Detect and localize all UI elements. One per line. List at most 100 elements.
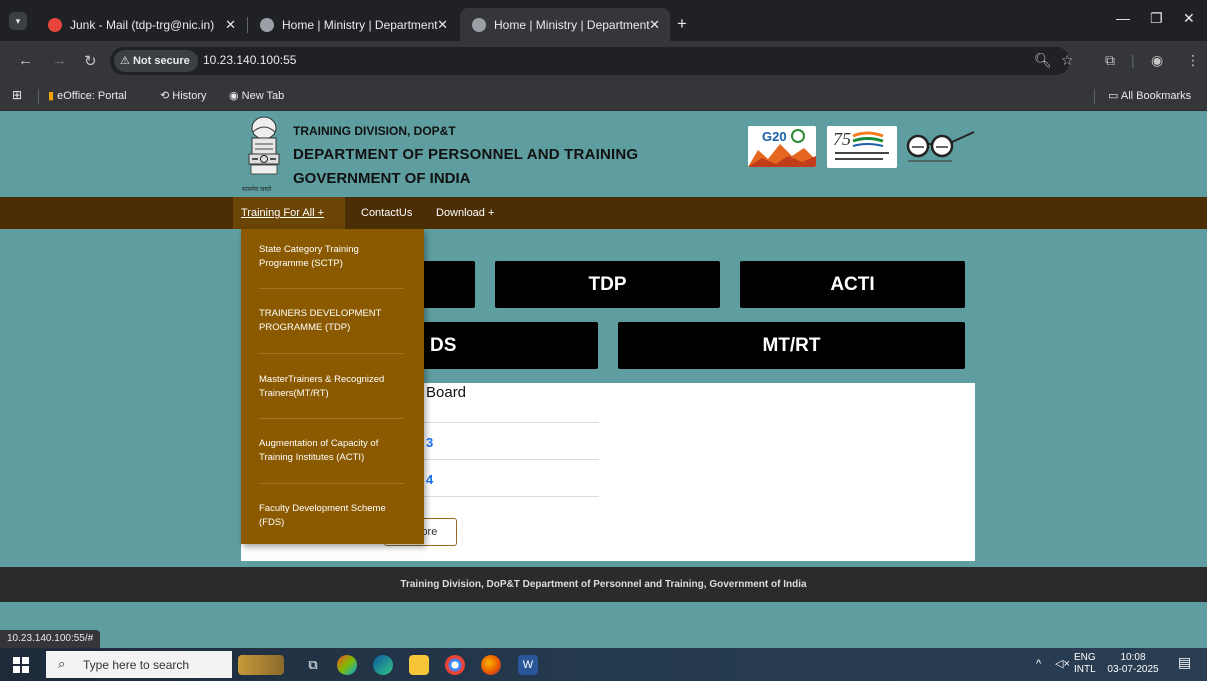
- header-department: DEPARTMENT OF PERSONNEL AND TRAINING: [293, 146, 639, 163]
- dropdown-divider: [259, 353, 404, 354]
- board-divider: [424, 459, 599, 460]
- clock-date: 03-07-2025: [1107, 664, 1159, 675]
- forward-arrow-icon[interactable]: →: [52, 52, 67, 69]
- bookmark-separator: [1094, 89, 1095, 104]
- bookmark-label: New Tab: [241, 90, 285, 102]
- tab-junk-mail[interactable]: Junk - Mail (tdp-trg@nic.in) ✕: [36, 8, 246, 41]
- site-footer: Training Division, DoP&T Department of P…: [0, 567, 1207, 602]
- bookmark-history[interactable]: ⟲ History: [160, 89, 207, 102]
- tab-home-ministry[interactable]: Home | Ministry | Department | ✕: [248, 8, 458, 41]
- bookmark-label: eOffice: Portal: [57, 90, 127, 102]
- training-dropdown-menu: State Category Training Programme (SCTP)…: [241, 229, 424, 544]
- close-icon[interactable]: ✕: [225, 17, 236, 33]
- globe-icon: [260, 17, 274, 32]
- nav-contact-us[interactable]: ContactUs: [361, 207, 412, 219]
- url-text[interactable]: 10.23.140.100:55: [203, 53, 296, 67]
- lang-bottom: INTL: [1074, 664, 1096, 675]
- address-bar[interactable]: ⚠ Not secure 10.23.140.100:55: [110, 47, 1070, 75]
- browser-tab-strip: ▾ Junk - Mail (tdp-trg@nic.in) ✕ Home | …: [0, 0, 1207, 41]
- lang-top: ENG: [1074, 652, 1096, 663]
- folder-icon: ▭: [1108, 90, 1119, 102]
- close-window-icon[interactable]: ✕: [1183, 10, 1195, 27]
- menu-kebab-icon[interactable]: ⋮: [1186, 52, 1200, 69]
- bookmark-new-tab[interactable]: ◉ New Tab: [229, 89, 284, 102]
- edge-icon[interactable]: [373, 655, 393, 675]
- close-icon[interactable]: ✕: [437, 17, 448, 33]
- tab-home-ministry-active[interactable]: Home | Ministry | Department | ✕: [460, 8, 670, 41]
- emblem-caption: सत्यमेव जयते: [242, 187, 272, 193]
- header-division: TRAINING DIVISION, DOP&T: [293, 124, 456, 138]
- word-icon[interactable]: W: [518, 655, 538, 675]
- dropdown-item-fds[interactable]: Faculty Development Scheme (FDS): [259, 502, 409, 530]
- close-icon[interactable]: ✕: [649, 17, 660, 33]
- dropdown-item-sctp[interactable]: State Category Training Programme (SCTP): [259, 243, 409, 271]
- board-divider: [424, 496, 599, 497]
- tab-search-button[interactable]: ▾: [9, 12, 27, 30]
- dropdown-divider: [259, 418, 404, 419]
- history-icon: ⟲: [160, 90, 170, 102]
- eoffice-icon: ▮: [48, 90, 55, 102]
- g20-logo-text: G20: [762, 129, 787, 144]
- nav-training-for-all[interactable]: Training For All +: [241, 207, 324, 219]
- task-view-icon[interactable]: ⧉: [303, 655, 323, 675]
- notification-icon[interactable]: ▤: [1178, 655, 1191, 669]
- minimize-icon[interactable]: —: [1116, 10, 1130, 26]
- windows-taskbar: ⌕ Type here to search ⧉ W ^ ◁× ENG INTL …: [0, 648, 1207, 681]
- all-bookmarks[interactable]: ▭ All Bookmarks: [1108, 89, 1191, 102]
- back-arrow-icon[interactable]: ←: [18, 52, 33, 69]
- globe-icon: [472, 17, 486, 32]
- globe-icon: ◉: [229, 90, 239, 102]
- zoom-icon[interactable]: 🔍︎: [1034, 52, 1052, 69]
- notice-link[interactable]: 4: [426, 472, 433, 487]
- bookmark-label: History: [172, 90, 207, 102]
- dropdown-item-tdp[interactable]: TRAINERS DEVELOPMENT PROGRAMME (TDP): [259, 307, 409, 335]
- language-indicator[interactable]: ENG INTL: [1074, 652, 1096, 676]
- apps-grid-icon[interactable]: ⊞: [12, 88, 22, 102]
- status-bar-url: 10.23.140.100:55/#: [0, 630, 101, 648]
- windows-start-icon[interactable]: [13, 657, 29, 673]
- taskbar-search-placeholder: Type here to search: [83, 658, 190, 672]
- bookmark-separator: [38, 89, 39, 104]
- warning-icon: ⚠: [120, 55, 130, 67]
- tile-tdp[interactable]: TDP: [495, 261, 720, 308]
- firefox-icon[interactable]: [481, 655, 501, 675]
- azadi-amrit-mahotsav-logo: 75: [827, 126, 897, 168]
- national-emblem-icon: [248, 116, 280, 175]
- main-nav: Training For All + ContactUs Download +: [0, 197, 1207, 229]
- toolbar-divider: |: [1131, 52, 1135, 68]
- tile-mt-rt[interactable]: MT/RT: [618, 322, 965, 369]
- search-highlight-icon[interactable]: [238, 655, 284, 675]
- extensions-icon[interactable]: ⧉: [1105, 52, 1115, 69]
- clock-time: 10:08: [1120, 652, 1146, 663]
- site-header: सत्यमेव जयते TRAINING DIVISION, DOP&T DE…: [0, 111, 1207, 197]
- reload-icon[interactable]: ↻: [84, 52, 97, 70]
- bookmark-eoffice[interactable]: ▮ eOffice: Portal: [48, 89, 127, 102]
- clock[interactable]: 10:08 03-07-2025: [1100, 652, 1166, 676]
- security-label: Not secure: [132, 55, 190, 67]
- file-explorer-icon[interactable]: [409, 655, 429, 675]
- all-bookmarks-label: All Bookmarks: [1120, 90, 1192, 102]
- swachh-bharat-logo: [904, 128, 976, 166]
- notice-board-title: Board: [426, 384, 467, 401]
- g20-logo: G20: [748, 126, 816, 167]
- dropdown-divider: [259, 288, 404, 289]
- star-icon[interactable]: ☆: [1061, 52, 1074, 69]
- volume-muted-icon[interactable]: ◁×: [1055, 658, 1070, 670]
- security-chip[interactable]: ⚠ Not secure: [114, 50, 198, 72]
- new-tab-button[interactable]: +: [677, 14, 687, 34]
- tray-chevron-icon[interactable]: ^: [1036, 658, 1041, 670]
- taskbar-search-box[interactable]: ⌕ Type here to search: [46, 651, 232, 678]
- header-government: GOVERNMENT OF INDIA: [293, 170, 471, 187]
- notice-link[interactable]: 3: [426, 435, 433, 450]
- svg-text:75: 75: [833, 129, 851, 149]
- dropdown-item-mt-rt[interactable]: MasterTrainers & Recognized Trainers(MT/…: [259, 373, 409, 401]
- tab-title: Junk - Mail (tdp-trg@nic.in): [70, 17, 215, 32]
- tile-acti[interactable]: ACTI: [740, 261, 965, 308]
- chrome-icon[interactable]: [445, 655, 465, 675]
- dropdown-item-acti[interactable]: Augmentation of Capacity of Training Ins…: [259, 437, 409, 465]
- tab-title: Home | Ministry | Department |: [282, 17, 442, 32]
- copilot-icon[interactable]: [337, 655, 357, 675]
- profile-icon[interactable]: ◉: [1151, 52, 1163, 69]
- restore-icon[interactable]: ❐: [1150, 10, 1163, 27]
- nav-download[interactable]: Download +: [436, 207, 494, 219]
